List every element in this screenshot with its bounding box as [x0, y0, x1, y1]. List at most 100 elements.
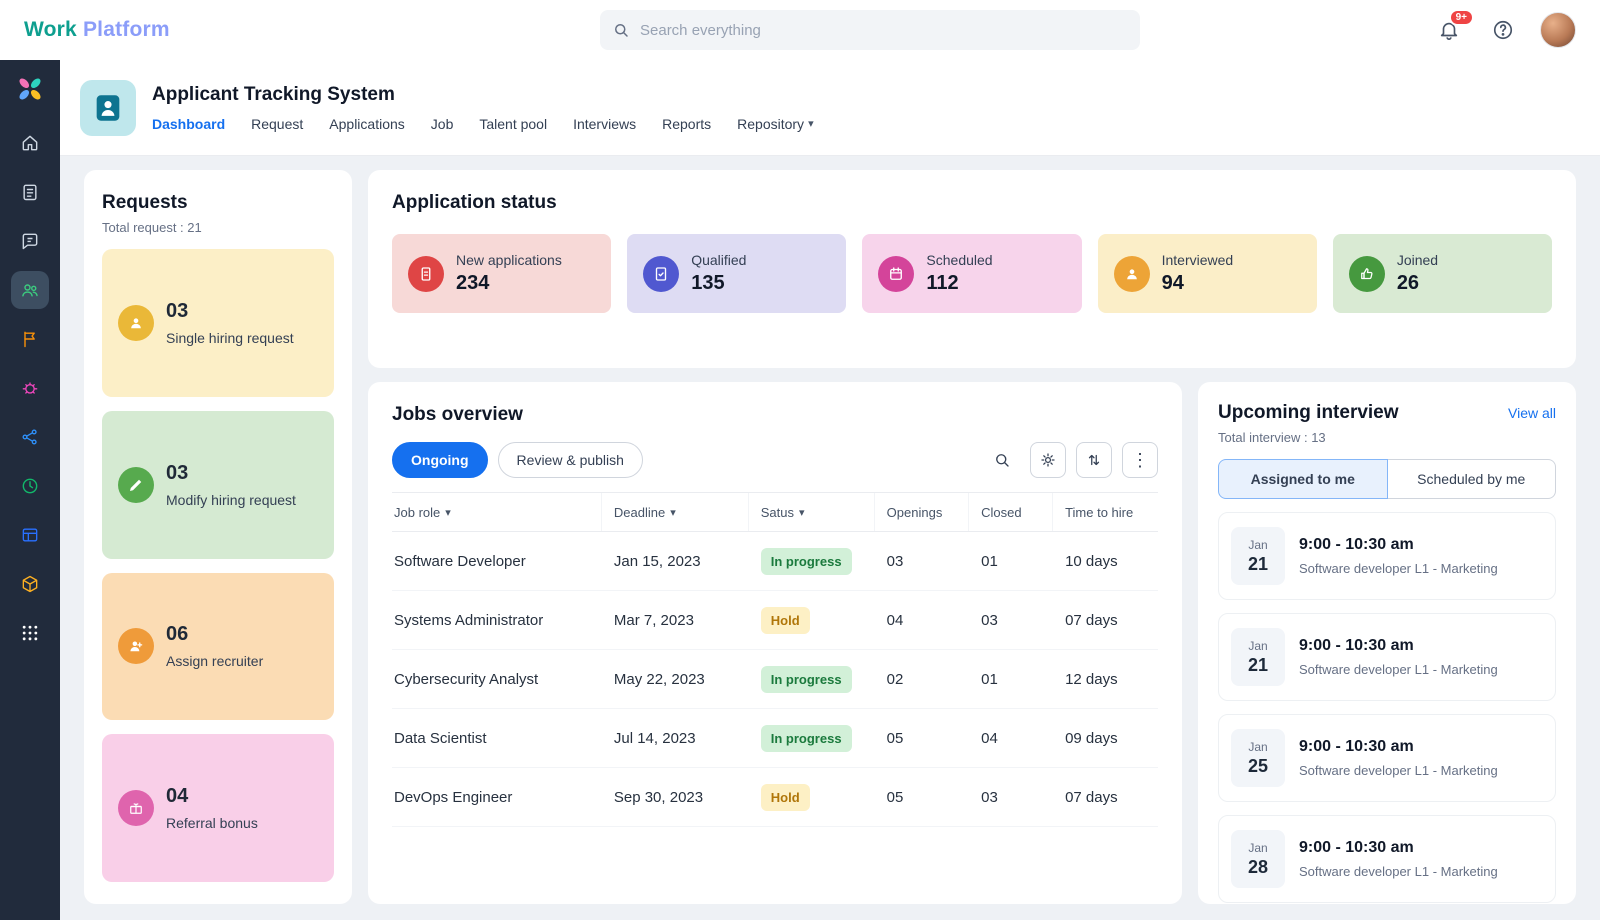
- sidebar-item-sheets[interactable]: [11, 516, 49, 554]
- job-time-to-hire: 07 days: [1053, 612, 1158, 629]
- table-search-button[interactable]: [984, 442, 1020, 478]
- stat-new-applications[interactable]: New applications 234: [392, 234, 611, 313]
- tab-scheduled-by-me[interactable]: Scheduled by me: [1388, 459, 1557, 499]
- job-role: Data Scientist: [392, 730, 602, 747]
- tab-repository[interactable]: Repository▾: [737, 116, 813, 132]
- job-openings: 05: [875, 730, 969, 747]
- sort-chevron-icon: ▾: [445, 506, 451, 519]
- stat-joined[interactable]: Joined 26: [1333, 234, 1552, 313]
- status-badge: In progress: [761, 725, 852, 752]
- job-closed: 01: [969, 671, 1053, 688]
- sidebar-item-flags[interactable]: [11, 320, 49, 358]
- question-icon: [1492, 19, 1514, 41]
- job-role: Software Developer: [392, 553, 602, 570]
- user-avatar[interactable]: [1540, 12, 1576, 48]
- column-openings[interactable]: Openings: [875, 493, 969, 531]
- sidebar-item-messages[interactable]: [11, 222, 49, 260]
- list-item[interactable]: Jan 28 9:00 - 10:30 am Software develope…: [1218, 815, 1556, 903]
- document-list-icon: [20, 182, 40, 202]
- request-card-single-hiring[interactable]: 03 Single hiring request: [102, 249, 334, 397]
- table-row[interactable]: Software Developer Jan 15, 2023 In progr…: [392, 532, 1158, 591]
- table-row[interactable]: Systems Administrator Mar 7, 2023 Hold 0…: [392, 591, 1158, 650]
- sidebar-item-home[interactable]: [11, 124, 49, 162]
- job-closed: 03: [969, 612, 1053, 629]
- job-role: Systems Administrator: [392, 612, 602, 629]
- table-row[interactable]: Cybersecurity Analyst May 22, 2023 In pr…: [392, 650, 1158, 709]
- table-settings-button[interactable]: [1030, 442, 1066, 478]
- stat-interviewed[interactable]: Interviewed 94: [1098, 234, 1317, 313]
- tab-talent-pool[interactable]: Talent pool: [479, 116, 547, 132]
- notification-badge: 9+: [1449, 9, 1474, 26]
- request-card-assign-recruiter[interactable]: 06 Assign recruiter: [102, 573, 334, 721]
- workspace-logo-icon[interactable]: [15, 74, 45, 104]
- stat-label: New applications: [456, 252, 562, 268]
- stat-qualified[interactable]: Qualified 135: [627, 234, 846, 313]
- stat-scheduled[interactable]: Scheduled 112: [862, 234, 1081, 313]
- requests-title: Requests: [102, 192, 334, 214]
- request-card-referral-bonus[interactable]: 04 Referral bonus: [102, 734, 334, 882]
- list-item[interactable]: Jan 21 9:00 - 10:30 am Software develope…: [1218, 613, 1556, 701]
- status-badge: In progress: [761, 666, 852, 693]
- help-button[interactable]: [1486, 13, 1520, 47]
- column-deadline[interactable]: Deadline▾: [602, 493, 749, 531]
- request-label: Modify hiring request: [166, 492, 296, 508]
- request-card-modify-hiring[interactable]: 03 Modify hiring request: [102, 411, 334, 559]
- bug-icon: [20, 378, 40, 398]
- global-search[interactable]: [600, 10, 1140, 50]
- list-item[interactable]: Jan 21 9:00 - 10:30 am Software develope…: [1218, 512, 1556, 600]
- tab-job[interactable]: Job: [431, 116, 454, 132]
- job-openings: 03: [875, 553, 969, 570]
- tab-reports[interactable]: Reports: [662, 116, 711, 132]
- notifications-button[interactable]: 9+: [1432, 13, 1466, 47]
- calendar-icon: [878, 256, 914, 292]
- person-icon: [118, 305, 154, 341]
- status-badge: Hold: [761, 607, 810, 634]
- brand-logo[interactable]: Work Platform: [24, 18, 170, 42]
- table-sort-button[interactable]: [1076, 442, 1112, 478]
- list-item[interactable]: Jan 25 9:00 - 10:30 am Software develope…: [1218, 714, 1556, 802]
- tab-interviews[interactable]: Interviews: [573, 116, 636, 132]
- interview-time: 9:00 - 10:30 am: [1299, 839, 1498, 857]
- column-time-to-hire[interactable]: Time to hire: [1053, 493, 1158, 531]
- jobs-table: Job role▾ Deadline▾ Satus▾ Openings Clos…: [392, 492, 1158, 827]
- interview-date: Jan 28: [1231, 830, 1285, 888]
- tab-dashboard[interactable]: Dashboard: [152, 116, 225, 132]
- stat-label: Joined: [1397, 252, 1438, 268]
- tab-request[interactable]: Request: [251, 116, 303, 132]
- sidebar-item-products[interactable]: [11, 565, 49, 603]
- table-row[interactable]: DevOps Engineer Sep 30, 2023 Hold 05 03 …: [392, 768, 1158, 827]
- sidebar-item-apps[interactable]: [11, 614, 49, 652]
- stat-value: 112: [926, 272, 992, 295]
- job-time-to-hire: 07 days: [1053, 789, 1158, 806]
- app-header: Applicant Tracking System Dashboard Requ…: [60, 60, 1600, 156]
- sidebar-item-bugs[interactable]: [11, 369, 49, 407]
- apps-grid-icon: [20, 623, 40, 643]
- tab-assigned-to-me[interactable]: Assigned to me: [1218, 459, 1388, 499]
- column-status[interactable]: Satus▾: [749, 493, 875, 531]
- sidebar-item-ats[interactable]: [11, 271, 49, 309]
- column-closed[interactable]: Closed: [969, 493, 1053, 531]
- jobs-overview-title: Jobs overview: [392, 404, 1158, 426]
- jobs-table-header: Job role▾ Deadline▾ Satus▾ Openings Clos…: [392, 492, 1158, 532]
- view-all-link[interactable]: View all: [1508, 405, 1556, 421]
- sort-chevron-icon: ▾: [799, 506, 805, 519]
- table-more-button[interactable]: ⋮: [1122, 442, 1158, 478]
- sidebar-item-tasks[interactable]: [11, 173, 49, 211]
- filter-review-publish-button[interactable]: Review & publish: [498, 442, 643, 478]
- sidebar-item-history[interactable]: [11, 467, 49, 505]
- sidebar-item-integrations[interactable]: [11, 418, 49, 456]
- upcoming-interview-panel: Upcoming interview View all Total interv…: [1198, 382, 1576, 904]
- job-deadline: Jul 14, 2023: [602, 730, 749, 747]
- search-input[interactable]: [640, 22, 1128, 39]
- tab-applications[interactable]: Applications: [329, 116, 405, 132]
- filter-ongoing-button[interactable]: Ongoing: [392, 442, 488, 478]
- status-badge: Hold: [761, 784, 810, 811]
- job-deadline: Jan 15, 2023: [602, 553, 749, 570]
- table-row[interactable]: Data Scientist Jul 14, 2023 In progress …: [392, 709, 1158, 768]
- job-time-to-hire: 10 days: [1053, 553, 1158, 570]
- request-label: Assign recruiter: [166, 653, 263, 669]
- clock-icon: [20, 476, 40, 496]
- interview-date: Jan 25: [1231, 729, 1285, 787]
- stat-value: 135: [691, 272, 746, 295]
- column-job-role[interactable]: Job role▾: [392, 493, 602, 531]
